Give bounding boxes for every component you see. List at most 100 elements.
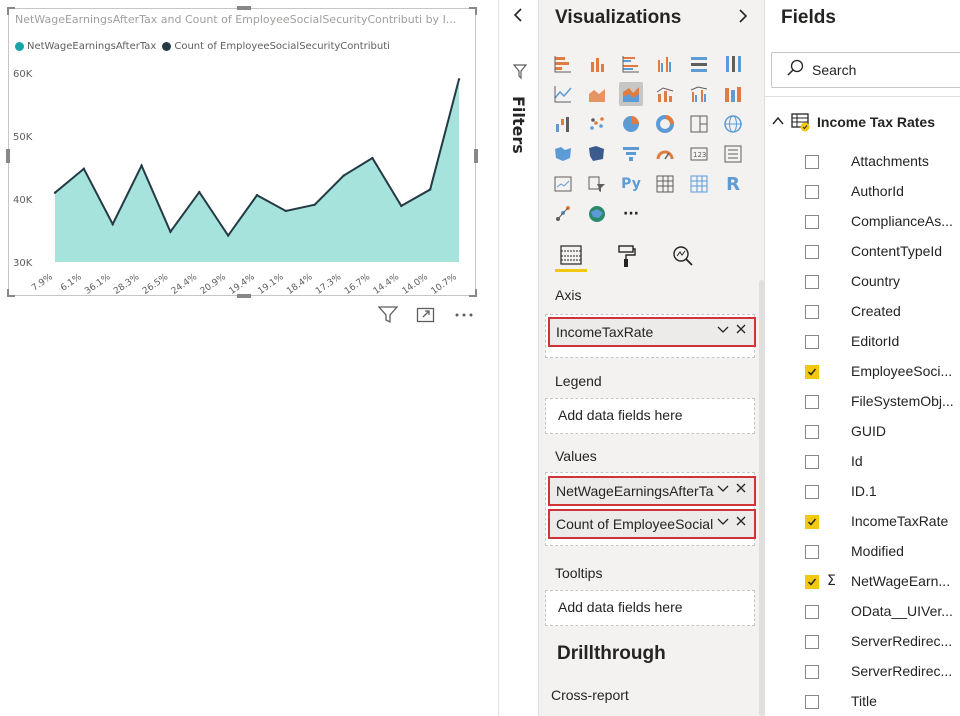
ribbon-chart-icon[interactable]	[721, 82, 745, 106]
data-point[interactable]	[111, 223, 114, 226]
data-point[interactable]	[400, 204, 403, 208]
shape-map-icon[interactable]	[585, 142, 609, 166]
area-chart-icon[interactable]	[585, 82, 609, 106]
chevron-up-icon[interactable]	[771, 115, 785, 130]
data-point[interactable]	[82, 167, 86, 170]
field-item[interactable]: Country	[805, 270, 955, 294]
data-point[interactable]	[457, 78, 461, 81]
field-checkbox[interactable]	[805, 545, 819, 559]
field-item[interactable]: ContentTypeId	[805, 240, 955, 264]
scatter-chart-icon[interactable]	[585, 112, 609, 136]
axis-well[interactable]: IncomeTaxRate	[545, 314, 756, 358]
clustered-column-chart-icon[interactable]	[653, 52, 677, 76]
chevron-left-icon[interactable]	[512, 6, 524, 29]
table-node-income-tax-rates[interactable]: Income Tax Rates	[771, 112, 935, 132]
pie-chart-icon[interactable]	[619, 112, 643, 136]
r-visual-icon[interactable]: R	[721, 172, 745, 196]
funnel-chart-icon[interactable]	[619, 142, 643, 166]
treemap-icon[interactable]	[687, 112, 711, 136]
close-icon[interactable]	[734, 514, 748, 531]
more-options-icon[interactable]	[454, 306, 474, 328]
field-checkbox[interactable]	[805, 215, 819, 229]
field-checkbox[interactable]	[805, 395, 819, 409]
values-well[interactable]: NetWageEarningsAfterTax Count of Employe…	[545, 472, 756, 546]
area-chart-visual[interactable]: NetWageEarningsAfterTax and Count of Emp…	[6, 6, 478, 298]
field-checkbox[interactable]	[805, 575, 819, 589]
clustered-bar-chart-icon[interactable]	[619, 52, 643, 76]
close-icon[interactable]	[734, 322, 748, 339]
field-checkbox[interactable]	[805, 305, 819, 319]
field-item[interactable]: Id	[805, 450, 955, 474]
100-percent-bar-chart-icon[interactable]	[687, 52, 711, 76]
field-checkbox[interactable]	[805, 245, 819, 259]
data-point[interactable]	[198, 190, 201, 194]
100-percent-column-chart-icon[interactable]	[721, 52, 745, 76]
close-icon[interactable]	[734, 481, 748, 498]
data-point[interactable]	[428, 188, 432, 191]
field-checkbox[interactable]	[805, 275, 819, 289]
field-item[interactable]: ID.1	[805, 480, 955, 504]
chevron-down-icon[interactable]	[716, 482, 730, 499]
field-checkbox[interactable]	[805, 425, 819, 439]
filter-icon[interactable]	[377, 306, 399, 328]
card-icon[interactable]: 123	[687, 142, 711, 166]
field-item[interactable]: ComplianceAs...	[805, 210, 955, 234]
data-point[interactable]	[53, 191, 57, 194]
line-and-stacked-column-icon[interactable]	[653, 82, 677, 106]
field-checkbox[interactable]	[805, 365, 819, 379]
axis-field-pill[interactable]: IncomeTaxRate	[548, 317, 756, 347]
fields-well-tab[interactable]	[555, 240, 587, 272]
chevron-down-icon[interactable]	[716, 323, 730, 340]
field-item[interactable]: EditorId	[805, 330, 955, 354]
field-item[interactable]: EmployeeSoci...	[805, 360, 955, 384]
focus-mode-icon[interactable]	[416, 306, 436, 328]
filters-pane-label[interactable]: Filters	[509, 96, 528, 154]
field-checkbox[interactable]	[805, 635, 819, 649]
data-point[interactable]	[342, 174, 345, 177]
field-checkbox[interactable]	[805, 665, 819, 679]
stacked-bar-chart-icon[interactable]	[551, 52, 575, 76]
line-and-clustered-column-icon[interactable]	[687, 82, 711, 106]
matrix-visual-icon[interactable]	[687, 172, 711, 196]
python-visual-icon[interactable]: Py	[619, 172, 643, 196]
arcgis-map-icon[interactable]	[585, 202, 609, 226]
kpi-icon[interactable]	[551, 172, 575, 196]
data-point[interactable]	[169, 230, 172, 233]
field-checkbox[interactable]	[805, 335, 819, 349]
gauge-icon[interactable]	[653, 142, 677, 166]
data-point[interactable]	[313, 203, 316, 206]
format-tab[interactable]	[611, 240, 643, 272]
data-point[interactable]	[284, 209, 288, 213]
data-point[interactable]	[226, 234, 230, 237]
filled-map-icon[interactable]	[551, 142, 575, 166]
values-field-pill[interactable]: NetWageEarningsAfterTax	[548, 476, 756, 506]
field-item[interactable]: FileSystemObj...	[805, 390, 955, 414]
chevron-right-icon[interactable]	[737, 7, 749, 30]
slicer-icon[interactable]	[585, 172, 609, 196]
field-checkbox[interactable]	[805, 185, 819, 199]
analytics-tab[interactable]	[667, 240, 699, 272]
field-item[interactable]: Created	[805, 300, 955, 324]
data-point[interactable]	[140, 164, 143, 167]
legend-well[interactable]: Add data fields here	[545, 398, 755, 434]
field-item[interactable]: ServerRedirec...	[805, 630, 955, 654]
stacked-column-chart-icon[interactable]	[585, 52, 609, 76]
field-item[interactable]: IncomeTaxRate	[805, 510, 955, 534]
field-checkbox[interactable]	[805, 605, 819, 619]
donut-chart-icon[interactable]	[653, 112, 677, 136]
more-visuals-icon[interactable]: ···	[619, 202, 643, 226]
field-item[interactable]: Title	[805, 690, 955, 714]
multi-row-card-icon[interactable]	[721, 142, 745, 166]
field-checkbox[interactable]	[805, 155, 819, 169]
line-chart-icon[interactable]	[551, 82, 575, 106]
data-point[interactable]	[255, 194, 259, 197]
values-field-pill[interactable]: Count of EmployeeSocialSecurityContribut…	[548, 509, 756, 539]
field-checkbox[interactable]	[805, 485, 819, 499]
waterfall-chart-icon[interactable]	[551, 112, 575, 136]
area-series-fill[interactable]	[55, 79, 459, 262]
data-point[interactable]	[371, 156, 374, 160]
table-visual-icon[interactable]	[653, 172, 677, 196]
field-item[interactable]: GUID	[805, 420, 955, 444]
field-item[interactable]: ServerRedirec...	[805, 660, 955, 684]
field-checkbox[interactable]	[805, 515, 819, 529]
